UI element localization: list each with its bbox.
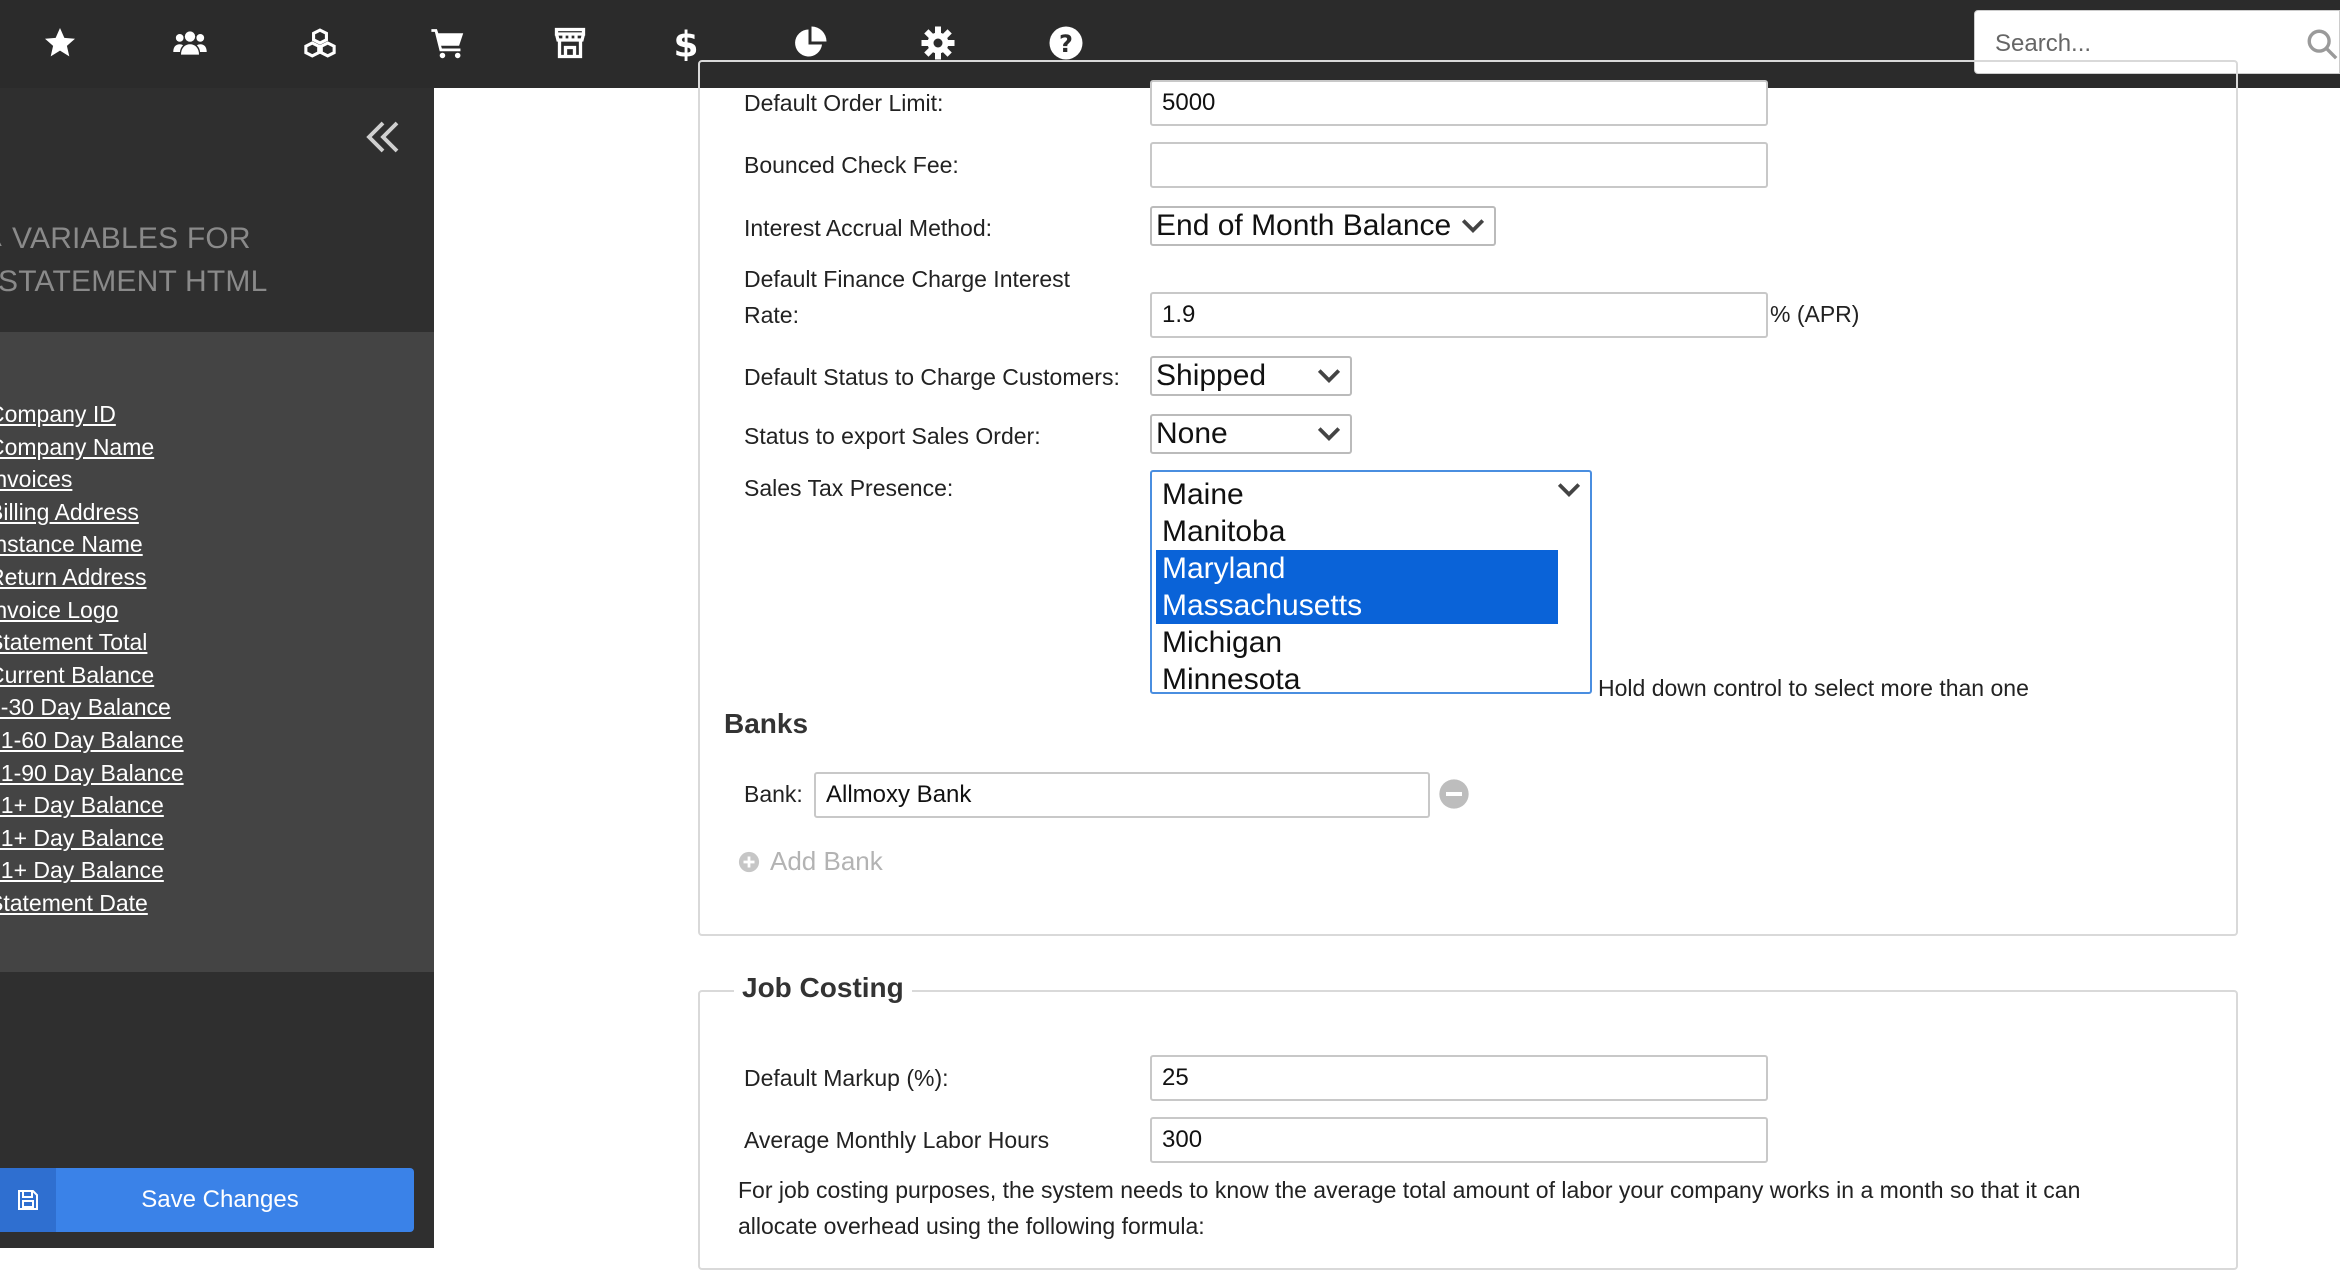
remove-bank-icon[interactable] xyxy=(1438,778,1470,810)
variable-link[interactable]: Invoices xyxy=(0,463,184,496)
default-status-select[interactable]: Shipped xyxy=(1150,356,1352,396)
export-status-value: None xyxy=(1156,417,1228,450)
finance-charge-rate-input[interactable] xyxy=(1150,292,1768,338)
interest-accrual-label: Interest Accrual Method: xyxy=(744,215,993,241)
default-markup-label: Default Markup (%): xyxy=(744,1065,949,1091)
chevron-down-icon xyxy=(1317,369,1341,384)
export-status-label: Status to export Sales Order: xyxy=(744,423,1041,449)
sales-tax-option[interactable]: Minnesota xyxy=(1156,661,1558,698)
plus-circle-icon xyxy=(738,851,760,872)
export-status-select[interactable]: None xyxy=(1150,414,1352,454)
variable-link[interactable]: 91+ Day Balance xyxy=(0,854,184,887)
labor-hours-label: Average Monthly Labor Hours xyxy=(744,1127,1050,1153)
sales-tax-option[interactable]: Maine xyxy=(1156,476,1558,513)
svg-text:?: ? xyxy=(1059,30,1073,58)
svg-text:$: $ xyxy=(673,25,698,61)
variable-link[interactable]: Billing Address xyxy=(0,496,184,529)
variable-link[interactable]: 61-90 Day Balance xyxy=(0,757,184,790)
default-order-limit-label: Default Order Limit: xyxy=(744,90,944,116)
apr-unit-label: % (APR) xyxy=(1770,301,1860,327)
finance-charge-label-line2: Rate: xyxy=(744,302,799,328)
add-bank-button[interactable]: Add Bank xyxy=(738,846,883,877)
collapse-sidebar-icon[interactable] xyxy=(362,116,404,158)
save-changes-button[interactable]: Save Changes xyxy=(0,1168,414,1232)
shopping-cart-icon[interactable] xyxy=(418,16,478,70)
cubes-icon[interactable] xyxy=(290,16,350,70)
star-icon[interactable] xyxy=(30,16,90,70)
bank-name-input[interactable] xyxy=(814,772,1430,818)
bank-label: Bank: xyxy=(744,781,803,807)
chevron-down-icon xyxy=(1557,483,1581,498)
default-markup-input[interactable] xyxy=(1150,1055,1768,1101)
banks-heading: Banks xyxy=(724,708,809,739)
variable-link[interactable]: Statement Date xyxy=(0,887,184,920)
variable-list: Company ID Company Name Invoices Billing… xyxy=(0,398,184,920)
bounced-check-fee-label: Bounced Check Fee: xyxy=(744,152,959,178)
sales-tax-option-selected[interactable]: Massachusetts xyxy=(1156,587,1558,624)
multiselect-hint: Hold down control to select more than on… xyxy=(1598,675,2029,701)
variable-link[interactable]: Company ID xyxy=(0,398,184,431)
sidebar-heading-line1: VARIABLES FOR xyxy=(12,222,251,255)
sales-tax-option[interactable]: Michigan xyxy=(1156,624,1558,661)
variable-link[interactable]: Instance Name xyxy=(0,528,184,561)
sales-tax-label: Sales Tax Presence: xyxy=(744,475,954,501)
chevron-down-icon xyxy=(1461,219,1485,234)
job-costing-description-line2: allocate overhead using the following fo… xyxy=(738,1213,1205,1239)
variable-link[interactable]: 31-60 Day Balance xyxy=(0,724,184,757)
sales-tax-multiselect[interactable]: Maine Manitoba Maryland Massachusetts Mi… xyxy=(1150,470,1592,696)
sidebar-heading-line2: STATEMENT HTML xyxy=(0,265,268,299)
chevron-down-icon xyxy=(1317,427,1341,442)
save-icon xyxy=(0,1168,56,1232)
bounced-check-fee-input[interactable] xyxy=(1150,142,1768,188)
variable-link[interactable]: 91+ Day Balance xyxy=(0,789,184,822)
users-icon[interactable] xyxy=(160,16,220,70)
variable-link[interactable]: 0-30 Day Balance xyxy=(0,691,184,724)
caret-up-icon: ▲ xyxy=(0,219,6,261)
add-bank-label: Add Bank xyxy=(770,846,883,876)
default-status-value: Shipped xyxy=(1156,359,1267,392)
job-costing-heading: Job Costing xyxy=(734,972,912,1004)
sidebar: ▲VARIABLES FOR STATEMENT HTML Company ID… xyxy=(0,88,434,1248)
variable-link[interactable]: 91+ Day Balance xyxy=(0,822,184,855)
interest-accrual-value: End of Month Balance xyxy=(1156,209,1452,242)
finance-charge-label-line1: Default Finance Charge Interest xyxy=(744,266,1071,292)
variable-link[interactable]: Invoice Logo xyxy=(0,594,184,627)
job-costing-description-line1: For job costing purposes, the system nee… xyxy=(738,1177,2081,1203)
variables-panel: Company ID Company Name Invoices Billing… xyxy=(0,332,434,972)
save-changes-label: Save Changes xyxy=(141,1186,299,1213)
store-icon[interactable] xyxy=(540,16,600,70)
default-order-limit-input[interactable] xyxy=(1150,80,1768,126)
labor-hours-input[interactable] xyxy=(1150,1117,1768,1163)
sales-tax-option[interactable]: Manitoba xyxy=(1156,513,1558,550)
search-input[interactable] xyxy=(1993,23,2297,65)
variable-link[interactable]: Company Name xyxy=(0,431,184,464)
variable-link[interactable]: Statement Total xyxy=(0,626,184,659)
sales-tax-option-selected[interactable]: Maryland xyxy=(1156,550,1558,587)
search-icon[interactable] xyxy=(2305,27,2339,61)
interest-accrual-select[interactable]: End of Month Balance xyxy=(1150,206,1496,246)
default-status-label: Default Status to Charge Customers: xyxy=(744,364,1120,390)
variable-link[interactable]: Current Balance xyxy=(0,659,184,692)
variable-link[interactable]: Return Address xyxy=(0,561,184,594)
sidebar-heading[interactable]: ▲VARIABLES FOR STATEMENT HTML xyxy=(0,218,406,303)
